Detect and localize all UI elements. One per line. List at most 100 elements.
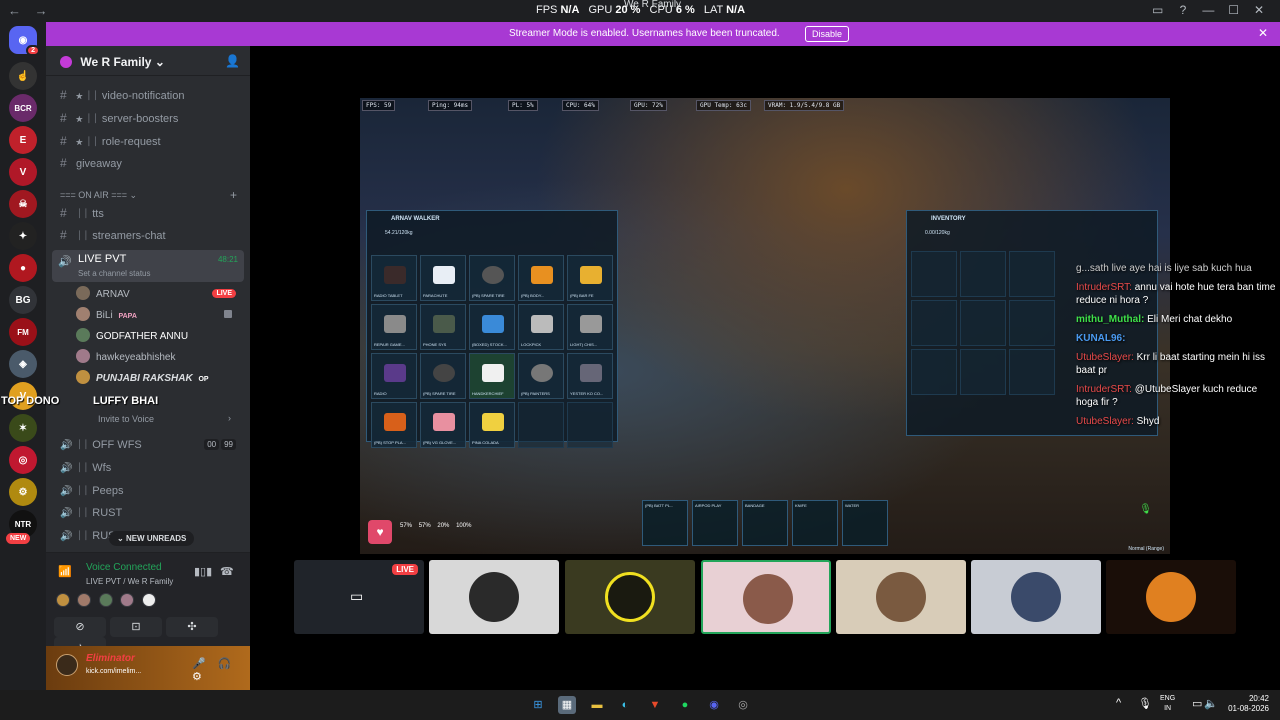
guild-header[interactable]: We R Family ⌄ 👤 — [46, 46, 250, 76]
add-member-icon[interactable]: 👤 — [225, 54, 240, 68]
voice-channel-live-pvt[interactable]: 🔊 LIVE PVT Set a channel status 48:21 — [52, 250, 244, 282]
hotbar-slot[interactable]: WATER — [842, 500, 888, 546]
voice-channel-rust[interactable]: 🔊 ᛁᛁ RUST — [54, 504, 242, 524]
inventory-slot[interactable]: LOCKPICK — [518, 304, 564, 350]
inventory-slot[interactable]: REPAIR GAME... — [371, 304, 417, 350]
server-icon[interactable]: ◈ — [9, 350, 37, 378]
discord-icon[interactable]: ◉ — [705, 696, 723, 714]
channel-video-notification[interactable]: # ★ ᛁᛁ video-notification — [54, 85, 242, 105]
server-fm[interactable]: FM — [9, 318, 37, 346]
edge-icon[interactable]: ◐ — [616, 696, 634, 714]
inventory-slot[interactable]: HANDKERCHIEF — [469, 353, 515, 399]
volume-icon[interactable]: 🔈 — [1204, 697, 1218, 710]
voice-user[interactable]: PUNJABI RAKSHAK OP — [76, 370, 242, 390]
minimize-icon[interactable]: — — [1197, 3, 1219, 17]
inventory-slot[interactable]: (PB) SPARE TIRE — [420, 353, 466, 399]
inventory-slot[interactable]: (PB) SPARE TIRE — [469, 255, 515, 301]
start-icon[interactable]: ⊞ — [529, 696, 547, 714]
participant-tile[interactable] — [836, 560, 966, 634]
new-unreads-pill[interactable]: ⌄ NEW UNREADS — [109, 531, 195, 546]
inventory-slot[interactable]: (PB) BAR FE — [567, 255, 613, 301]
voice-channel-off-wfs[interactable]: 🔊 ᛁᛁ OFF WFS 00 99 — [54, 436, 242, 456]
banner-close-icon[interactable]: ✕ — [1258, 26, 1268, 40]
server-icon[interactable]: V — [9, 158, 37, 186]
server-icon[interactable]: E — [9, 126, 37, 154]
server-bcr[interactable]: BCR — [9, 94, 37, 122]
server-icon[interactable]: ⚙ — [9, 478, 37, 506]
soundboard-icon[interactable]: ▮▯▮ — [194, 565, 212, 578]
participant-tile[interactable]: LIVE ▭ — [294, 560, 424, 634]
clock[interactable]: 20:42 01-08-2026 — [1225, 694, 1269, 714]
close-icon[interactable]: ✕ — [1248, 3, 1270, 17]
channel-status[interactable]: Set a channel status — [78, 269, 151, 278]
inventory-slot-empty[interactable] — [567, 402, 613, 448]
category-on-air[interactable]: === ON AIR === ⌄ + — [60, 188, 237, 202]
inventory-slot[interactable]: LIGHT) CHIS... — [567, 304, 613, 350]
disconnect-icon[interactable]: ☎ — [220, 565, 234, 578]
participant-tile[interactable] — [1106, 560, 1236, 634]
voice-connected-title[interactable]: Voice Connected — [86, 562, 162, 573]
store-icon[interactable]: ▦ — [558, 696, 576, 714]
disable-button[interactable]: Disable — [805, 26, 850, 42]
inventory-slot[interactable]: (PB) PAINTERS — [518, 353, 564, 399]
server-icon[interactable]: ✶ — [9, 414, 37, 442]
add-channel-icon[interactable]: + — [230, 188, 237, 202]
participant-tile[interactable] — [429, 560, 559, 634]
channel-role-request[interactable]: # ★ ᛁᛁ role-request — [54, 131, 242, 151]
user-avatar[interactable] — [56, 654, 78, 676]
voice-channel-peeps[interactable]: 🔊 ᛁᛁ Peeps — [54, 482, 242, 502]
server-icon[interactable]: ● — [9, 254, 37, 282]
home-button[interactable]: ◉ 2 — [9, 26, 40, 56]
voice-user[interactable]: GODFATHER ANNU — [76, 328, 242, 348]
share-screen-icon[interactable]: ⊡ — [110, 617, 162, 637]
inventory-slot[interactable]: (PB) STOP PLA... — [371, 402, 417, 448]
hotbar-slot[interactable]: (PB) BATT PL... — [642, 500, 688, 546]
inventory-slot-empty[interactable] — [960, 300, 1006, 346]
voice-user[interactable]: ARNAV LIVE — [76, 286, 242, 306]
inventory-slot[interactable]: PHONE SYS — [420, 304, 466, 350]
activities-icon[interactable]: ✣ — [166, 617, 218, 637]
channel-giveaway[interactable]: # giveaway — [54, 153, 242, 173]
help-icon[interactable]: ? — [1172, 3, 1194, 17]
network-icon[interactable]: ▭ — [1192, 697, 1202, 710]
app-icon[interactable]: ◎ — [734, 696, 752, 714]
channel-server-boosters[interactable]: # ★ ᛁᛁ server-boosters — [54, 108, 242, 128]
inbox-icon[interactable]: ▭ — [1147, 3, 1169, 17]
inventory-slot[interactable]: RADIO TABLET — [371, 255, 417, 301]
camera-off-icon[interactable]: ⊘ — [54, 617, 106, 637]
server-icon[interactable]: ◎ — [9, 446, 37, 474]
maximize-icon[interactable]: ☐ — [1223, 3, 1245, 17]
channel-tts[interactable]: # ᛁᛁ tts — [54, 203, 242, 223]
stream-video[interactable]: ARNAV WALKER 54.21/120kg RADIO TABLET PA… — [360, 98, 1170, 554]
inventory-slot[interactable]: PINA COLADA — [469, 402, 515, 448]
hotbar-slot[interactable]: AIRPOD PLAY — [692, 500, 738, 546]
voice-user[interactable]: hawkeyeabhishek — [76, 349, 242, 369]
inventory-slot[interactable]: RADIO — [371, 353, 417, 399]
inventory-slot[interactable]: PARACHUTE — [420, 255, 466, 301]
voice-connected-subtitle[interactable]: LIVE PVT / We R Family — [86, 577, 173, 586]
username[interactable]: Eliminator — [86, 653, 135, 664]
inventory-slot-empty[interactable] — [911, 251, 957, 297]
settings-gear-icon[interactable]: ⚙ — [192, 671, 202, 683]
server-icon[interactable]: ✦ — [9, 222, 37, 250]
voice-channel-wfs[interactable]: 🔊 ᛁᛁ Wfs — [54, 459, 242, 479]
back-arrow-icon[interactable]: ← — [8, 3, 21, 18]
forward-arrow-icon[interactable]: → — [35, 3, 48, 18]
participant-tile-speaking[interactable] — [701, 560, 831, 634]
headphones-icon[interactable]: 🎧 — [218, 658, 232, 670]
spotify-icon[interactable]: ● — [676, 696, 694, 714]
microphone-icon[interactable]: 🎤 — [192, 658, 206, 670]
inventory-slot-empty[interactable] — [1009, 349, 1055, 395]
server-icon[interactable]: ☝ — [9, 62, 37, 90]
file-explorer-icon[interactable]: ▬ — [588, 696, 606, 714]
inventory-slot-empty[interactable] — [911, 349, 957, 395]
inventory-slot-empty[interactable] — [518, 402, 564, 448]
chevron-up-icon[interactable]: ^ — [1116, 697, 1121, 709]
microphone-icon[interactable]: 🎙 — [1138, 697, 1152, 710]
inventory-slot-empty[interactable] — [960, 349, 1006, 395]
brave-icon[interactable]: ▼ — [646, 696, 664, 714]
inventory-slot[interactable]: (PB) VG GLOVE... — [420, 402, 466, 448]
inventory-slot-empty[interactable] — [1009, 251, 1055, 297]
inventory-slot[interactable]: (PB) BODY... — [518, 255, 564, 301]
inventory-slot-empty[interactable] — [1009, 300, 1055, 346]
